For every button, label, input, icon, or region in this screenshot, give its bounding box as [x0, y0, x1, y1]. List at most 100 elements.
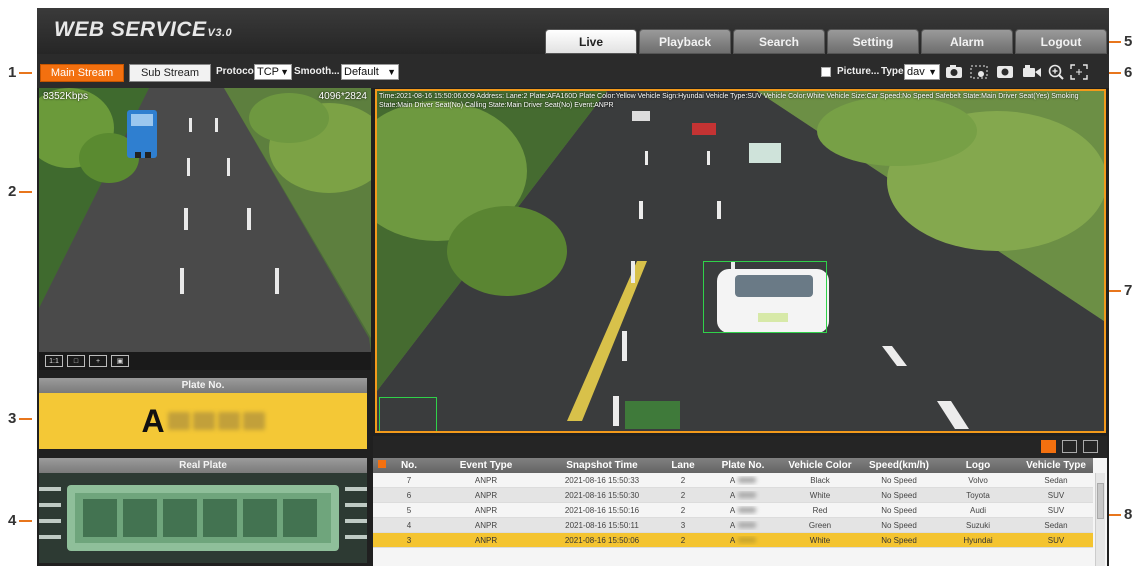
cell-plate: A: [707, 506, 779, 515]
bitrate-label: 8352Kbps: [43, 91, 89, 102]
cell-event: ANPR: [474, 520, 498, 530]
table-scrollbar[interactable]: [1095, 473, 1105, 566]
table-row[interactable]: 6 ANPR 2021-08-16 15:50:30 2 A White No …: [373, 488, 1093, 503]
tab-search[interactable]: Search: [733, 29, 825, 54]
callout-6: 6: [1108, 64, 1132, 81]
app-header: WEB SERVICEV3.0 Live Playback Search Set…: [37, 8, 1109, 54]
callout-4: 4: [8, 512, 33, 529]
picture-checkbox[interactable]: [821, 67, 831, 77]
scrollbar-thumb[interactable]: [1097, 483, 1104, 519]
col-snapshot-time[interactable]: Snapshot Time: [545, 460, 659, 471]
cell-no: 6: [406, 490, 412, 500]
cell-vtype: Sedan: [1044, 520, 1068, 530]
overview-controls: 1:1 □ + ▣: [39, 352, 371, 370]
grid-view-icon[interactable]: [1062, 440, 1077, 453]
cell-lane: 3: [680, 520, 686, 530]
cell-no: 5: [406, 505, 412, 515]
plate-no-display: A: [39, 393, 367, 449]
overview-video[interactable]: 8352Kbps 4096*2824: [39, 88, 371, 352]
cell-logo: Toyota: [966, 490, 990, 500]
table-row-selected[interactable]: 3 ANPR 2021-08-16 15:50:06 2 A White No …: [373, 533, 1093, 548]
tab-setting[interactable]: Setting: [827, 29, 919, 54]
sub-stream-button[interactable]: Sub Stream: [129, 64, 211, 82]
table-row[interactable]: 5 ANPR 2021-08-16 15:50:16 2 A Red No Sp…: [373, 503, 1093, 518]
region-zoom-icon[interactable]: [969, 63, 989, 81]
tab-alarm[interactable]: Alarm: [921, 29, 1013, 54]
cell-logo: Suzuki: [965, 520, 990, 530]
cell-plate: A: [707, 521, 779, 530]
col-lane[interactable]: Lane: [659, 460, 707, 471]
col-no[interactable]: No.: [391, 460, 427, 471]
single-view-icon[interactable]: [1041, 440, 1056, 453]
cell-speed: No Speed: [881, 535, 917, 545]
cell-time: 2021-08-16 15:50:06: [564, 535, 640, 545]
header-checkbox[interactable]: [373, 460, 391, 471]
snapshot-video[interactable]: Time:2021-08-16 15:50:06.009 Address: La…: [375, 89, 1106, 433]
pip-icon[interactable]: +: [89, 355, 107, 367]
cell-lane: 2: [680, 535, 686, 545]
col-plate-no[interactable]: Plate No.: [707, 460, 779, 471]
cell-color: White: [809, 535, 831, 545]
col-event-type[interactable]: Event Type: [427, 460, 545, 471]
col-logo[interactable]: Logo: [937, 460, 1019, 471]
type-select[interactable]: dav ▼: [904, 64, 940, 80]
web-service-app: WEB SERVICEV3.0 Live Playback Search Set…: [37, 8, 1109, 566]
callout-1: 1: [8, 64, 33, 81]
cell-time: 2021-08-16 15:50:30: [564, 490, 640, 500]
table-row[interactable]: 4 ANPR 2021-08-16 15:50:11 3 A Green No …: [373, 518, 1093, 533]
callout-3: 3: [8, 410, 33, 427]
protocol-label: Protocol: [216, 66, 257, 77]
cell-color: Red: [812, 505, 828, 515]
callout-8: 8: [1108, 506, 1132, 523]
fullscreen-icon[interactable]: [1069, 63, 1089, 81]
audio-icon[interactable]: [995, 63, 1015, 81]
road-scene-left: [39, 88, 371, 352]
real-plate-picture: [39, 473, 367, 563]
col-speed[interactable]: Speed(km/h): [861, 460, 937, 471]
cell-vtype: SUV: [1047, 490, 1065, 500]
main-nav-tabs: Live Playback Search Setting Alarm Logou…: [545, 29, 1109, 54]
snapshot-icon[interactable]: [944, 63, 964, 81]
cell-color: White: [809, 490, 831, 500]
smooth-label: Smooth...: [294, 66, 340, 77]
cell-speed: No Speed: [881, 475, 917, 485]
vehicle-detection-box: [703, 261, 827, 333]
tab-playback[interactable]: Playback: [639, 29, 731, 54]
cell-logo: Hyundai: [963, 535, 993, 545]
figure-stage: 1 2 3 4 5 6 7 8 WEB SERVICEV3.0 Live Pla…: [0, 0, 1135, 566]
cell-time: 2021-08-16 15:50:16: [564, 505, 640, 515]
tab-logout[interactable]: Logout: [1015, 29, 1107, 54]
original-size-icon[interactable]: 1:1: [45, 355, 63, 367]
chevron-down-icon: ▼: [387, 67, 396, 77]
table-row[interactable]: 7 ANPR 2021-08-16 15:50:33 2 A Black No …: [373, 473, 1093, 488]
cell-event: ANPR: [474, 475, 498, 485]
event-table-toolbar: [373, 436, 1107, 458]
record-icon[interactable]: [1022, 63, 1042, 81]
cell-vtype: Sedan: [1044, 475, 1068, 485]
cell-logo: Audi: [969, 505, 986, 515]
plate-no-title: Plate No.: [39, 378, 367, 393]
tab-live[interactable]: Live: [545, 29, 637, 54]
cell-no: 3: [406, 535, 412, 545]
callout-2: 2: [8, 183, 33, 200]
event-overlay-text: Time:2021-08-16 15:50:06.009 Address: La…: [379, 93, 1079, 109]
col-vehicle-type[interactable]: Vehicle Type: [1019, 460, 1093, 471]
expand-icon[interactable]: ▣: [111, 355, 129, 367]
callout-7: 7: [1108, 282, 1132, 299]
digital-zoom-icon[interactable]: [1046, 63, 1066, 81]
protocol-select[interactable]: TCP ▼: [254, 64, 292, 80]
expand-table-icon[interactable]: [1083, 440, 1098, 453]
app-logo: WEB SERVICEV3.0: [54, 18, 233, 41]
plate-blur: [167, 412, 190, 430]
cell-speed: No Speed: [881, 505, 917, 515]
event-table: No. Event Type Snapshot Time Lane Plate …: [373, 458, 1107, 566]
smooth-select[interactable]: Default ▼: [341, 64, 399, 80]
cell-color: Green: [808, 520, 832, 530]
cell-speed: No Speed: [881, 490, 917, 500]
cell-vtype: SUV: [1047, 535, 1065, 545]
window-icon[interactable]: □: [67, 355, 85, 367]
col-vehicle-color[interactable]: Vehicle Color: [779, 460, 861, 471]
cell-event: ANPR: [474, 505, 498, 515]
main-stream-button[interactable]: Main Stream: [40, 64, 124, 82]
cell-event: ANPR: [474, 490, 498, 500]
